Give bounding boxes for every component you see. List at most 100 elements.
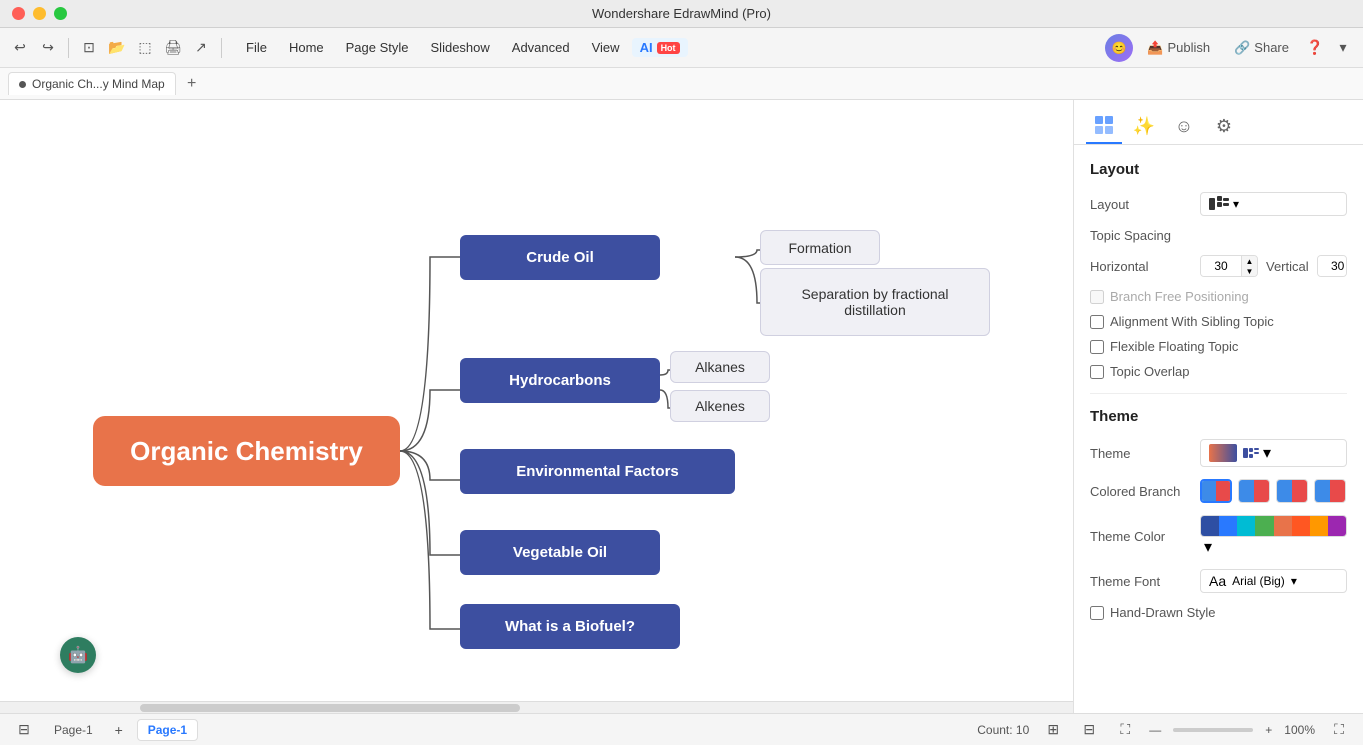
flexible-floating-label: Flexible Floating Topic xyxy=(1110,339,1238,354)
theme-color-strip[interactable] xyxy=(1200,515,1347,537)
topic-spacing-label: Topic Spacing xyxy=(1090,228,1200,243)
panel-tabs: ✨ ☺ ⚙ xyxy=(1074,100,1363,145)
ai-menu[interactable]: AI Hot xyxy=(632,38,688,57)
horizontal-up-arrow[interactable]: ▲ xyxy=(1241,256,1257,266)
layout-section-title: Layout xyxy=(1090,161,1347,178)
file-menu[interactable]: File xyxy=(236,36,277,59)
user-avatar[interactable]: 😊 xyxy=(1105,34,1133,62)
minimize-button[interactable] xyxy=(33,7,46,20)
theme-value: ▾ xyxy=(1200,439,1347,467)
save-icon[interactable]: ⬚ xyxy=(133,36,157,60)
zoom-slider[interactable] xyxy=(1173,728,1253,732)
undo-icon[interactable]: ↩ xyxy=(8,36,32,60)
canvas[interactable]: Organic Chemistry Crude Oil Hydrocarbons… xyxy=(0,100,1073,713)
topic-overlap-checkbox[interactable] xyxy=(1090,365,1104,379)
document-tab[interactable]: Organic Ch...y Mind Map xyxy=(8,72,176,95)
branch-option-2[interactable] xyxy=(1238,479,1270,503)
branch-option-4[interactable] xyxy=(1314,479,1346,503)
theme-dropdown[interactable]: ▾ xyxy=(1200,439,1347,467)
divider xyxy=(1090,393,1347,394)
central-node-label: Organic Chemistry xyxy=(130,436,363,467)
add-tab-button[interactable]: + xyxy=(180,72,204,96)
chevron-down-icon[interactable]: ▾ xyxy=(1331,36,1355,60)
fullscreen-icon[interactable]: ⛶ xyxy=(1113,718,1137,742)
vertical-input[interactable]: ▲ ▼ xyxy=(1317,255,1347,277)
active-page-label: Page-1 xyxy=(148,723,187,737)
separation-node[interactable]: Separation by fractional distillation xyxy=(760,268,990,336)
add-page-button[interactable]: + xyxy=(107,718,131,742)
print-icon[interactable]: 🖨 xyxy=(161,36,185,60)
branch-option-3[interactable] xyxy=(1276,479,1308,503)
window-controls xyxy=(12,7,67,20)
layout-row: Layout ▾ xyxy=(1090,192,1347,216)
zoom-in-icon[interactable]: + xyxy=(1265,723,1272,737)
view-mode-icon-1[interactable]: ⊞ xyxy=(1041,718,1065,742)
hand-drawn-checkbox[interactable] xyxy=(1090,606,1104,620)
biofuel-node[interactable]: What is a Biofuel? xyxy=(460,604,680,649)
hot-tag: Hot xyxy=(657,42,680,54)
view-menu[interactable]: View xyxy=(582,36,630,59)
horizontal-down-arrow[interactable]: ▼ xyxy=(1241,266,1257,276)
horizontal-input[interactable]: ▲ ▼ xyxy=(1200,255,1258,277)
horizontal-value-input[interactable] xyxy=(1201,256,1241,276)
maximize-button[interactable] xyxy=(54,7,67,20)
theme-row: Theme ▾ xyxy=(1090,439,1347,467)
horizontal-input-wrapper: ▲ ▼ xyxy=(1200,255,1258,277)
sparkle-tab[interactable]: ✨ xyxy=(1126,108,1162,144)
view-mode-icon-2[interactable]: ⊟ xyxy=(1077,718,1101,742)
horizontal-scrollbar[interactable] xyxy=(0,701,1073,713)
crude-oil-node[interactable]: Crude Oil xyxy=(460,235,660,280)
page-style-menu[interactable]: Page Style xyxy=(336,36,419,59)
dropdown-arrow: ▾ xyxy=(1233,197,1239,211)
publish-button[interactable]: 📤 Publish xyxy=(1137,36,1220,60)
page-1-tab[interactable]: Page-1 xyxy=(44,720,103,740)
flexible-floating-checkbox[interactable] xyxy=(1090,340,1104,354)
home-menu[interactable]: Home xyxy=(279,36,334,59)
new-icon[interactable]: ⊡ xyxy=(77,36,101,60)
alignment-label: Alignment With Sibling Topic xyxy=(1110,314,1274,329)
layout-tab[interactable] xyxy=(1086,108,1122,144)
help-icon[interactable]: ❓ xyxy=(1303,36,1327,60)
settings-tab[interactable]: ⚙ xyxy=(1206,108,1242,144)
vertical-value-input[interactable] xyxy=(1318,256,1347,276)
layout-dropdown[interactable]: ▾ xyxy=(1200,192,1347,216)
toggle-sidebar-icon[interactable]: ⊟ xyxy=(12,718,36,742)
export-icon[interactable]: ↗ xyxy=(189,36,213,60)
colored-branch-options xyxy=(1200,479,1346,503)
central-node[interactable]: Organic Chemistry xyxy=(93,416,400,486)
redo-icon[interactable]: ↪ xyxy=(36,36,60,60)
theme-font-value: Aa Arial (Big) ▾ xyxy=(1200,569,1347,593)
open-icon[interactable]: 📂 xyxy=(105,36,129,60)
emoji-tab[interactable]: ☺ xyxy=(1166,108,1202,144)
scrollbar-thumb[interactable] xyxy=(140,704,520,712)
alkanes-node[interactable]: Alkanes xyxy=(670,351,770,383)
theme-label: Theme xyxy=(1090,446,1200,461)
active-page-tab[interactable]: Page-1 xyxy=(137,719,198,741)
horizontal-label: Horizontal xyxy=(1090,259,1200,274)
theme-font-row: Theme Font Aa Arial (Big) ▾ xyxy=(1090,569,1347,593)
slideshow-menu[interactable]: Slideshow xyxy=(421,36,500,59)
ai-label: AI xyxy=(640,40,653,55)
zoom-out-icon[interactable]: — xyxy=(1149,723,1161,737)
vertical-label: Vertical xyxy=(1266,259,1309,274)
app-title: Wondershare EdrawMind (Pro) xyxy=(592,6,771,21)
branch-free-checkbox[interactable] xyxy=(1090,290,1104,304)
environmental-factors-node[interactable]: Environmental Factors xyxy=(460,449,735,494)
colored-branch-label: Colored Branch xyxy=(1090,484,1200,499)
page-1-tab-label: Page-1 xyxy=(54,723,93,737)
vegetable-oil-node[interactable]: Vegetable Oil xyxy=(460,530,660,575)
hydrocarbons-node[interactable]: Hydrocarbons xyxy=(460,358,660,403)
fit-page-icon[interactable]: ⛶ xyxy=(1327,718,1351,742)
branch-option-1[interactable] xyxy=(1200,479,1232,503)
close-button[interactable] xyxy=(12,7,25,20)
color-dropdown-arrow[interactable]: ▾ xyxy=(1204,539,1212,556)
alignment-checkbox[interactable] xyxy=(1090,315,1104,329)
font-dropdown[interactable]: Aa Arial (Big) ▾ xyxy=(1200,569,1347,593)
ai-assistant-button[interactable]: 🤖 xyxy=(60,637,96,673)
advanced-menu[interactable]: Advanced xyxy=(502,36,580,59)
tab-bar: Organic Ch...y Mind Map + xyxy=(0,68,1363,100)
right-menu: 😊 📤 Publish 🔗 Share ❓ ▾ xyxy=(1105,34,1355,62)
share-button[interactable]: 🔗 Share xyxy=(1224,36,1299,60)
formation-node[interactable]: Formation xyxy=(760,230,880,265)
alkenes-node[interactable]: Alkenes xyxy=(670,390,770,422)
